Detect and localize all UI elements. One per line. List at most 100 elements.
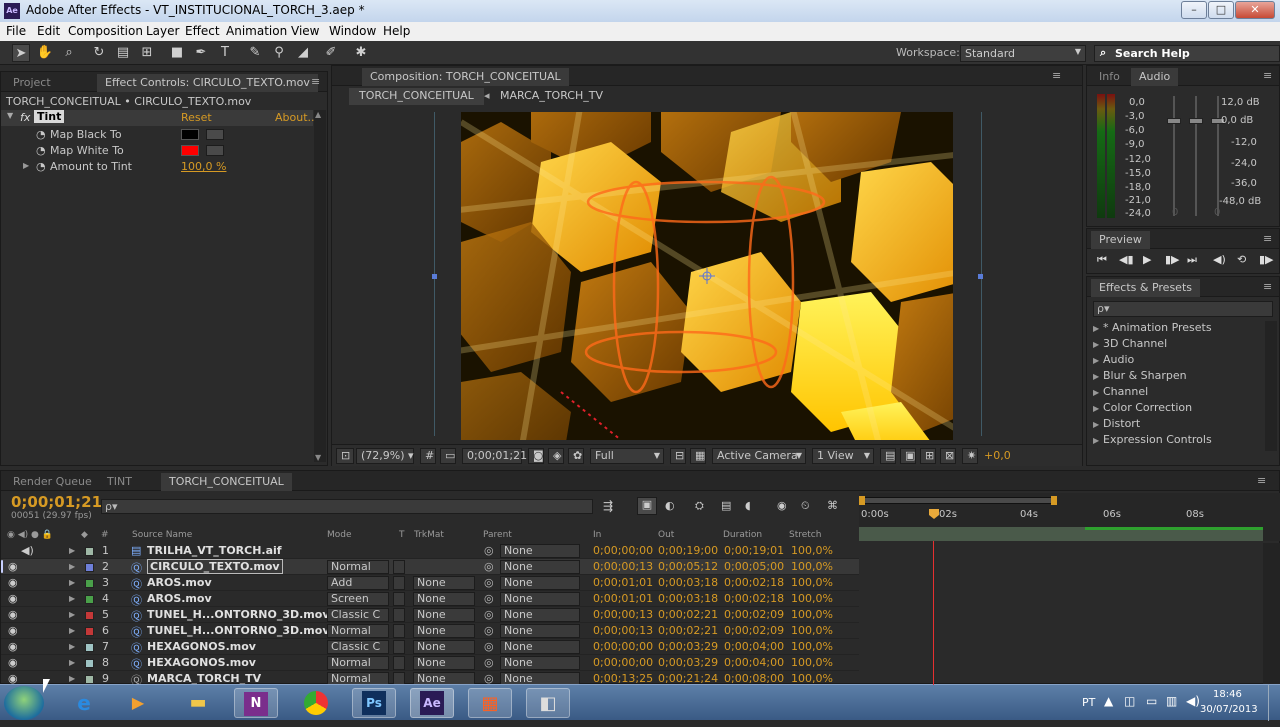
layer-handle[interactable] (432, 274, 437, 279)
expand-triangle-icon[interactable]: ▶ (23, 161, 29, 170)
layer-name[interactable]: CIRCULO_TEXTO.mov (147, 559, 283, 574)
zoom-select[interactable]: (72,9%) ▾ (356, 448, 414, 464)
column-source-name[interactable]: Source Name (132, 530, 192, 540)
roto-brush-icon[interactable]: ✐ (322, 44, 340, 62)
panel-menu-icon[interactable]: ≡ (1257, 474, 1266, 487)
label-color-swatch[interactable] (85, 563, 94, 572)
grid-icon[interactable]: # (420, 448, 436, 464)
reset-link[interactable]: Reset (181, 111, 212, 124)
layer-name[interactable]: TRILHA_VT_TORCH.aif (147, 544, 282, 557)
label-color-swatch[interactable] (85, 627, 94, 636)
tab-render-queue[interactable]: Render Queue (5, 473, 100, 491)
current-time[interactable]: 0;00;01;21 (11, 493, 102, 511)
comp-mini-flowchart-icon[interactable]: ⇶ (603, 499, 613, 513)
stretch[interactable]: 100,0% (791, 544, 833, 557)
duration[interactable]: 0;00;04;00 (724, 656, 784, 669)
list-item[interactable]: ▶ 3D Channel (1093, 337, 1167, 350)
panel-menu-icon[interactable]: ≡ (1052, 69, 1061, 82)
menu-window[interactable]: Window (329, 24, 376, 38)
eye-icon[interactable]: ◉ (8, 656, 18, 669)
search-help-field[interactable]: ⌕ Search Help (1094, 45, 1280, 62)
composition-viewer[interactable] (461, 112, 953, 440)
tab-tint[interactable]: TINT (99, 473, 140, 491)
language-indicator[interactable]: PT (1082, 696, 1095, 709)
tab-composition[interactable]: Composition: TORCH_CONCEITUAL (362, 68, 569, 86)
menu-animation[interactable]: Animation (226, 24, 287, 38)
rectangle-tool-icon[interactable]: ■ (168, 44, 186, 62)
panel-menu-icon[interactable]: ≡ (1263, 69, 1272, 82)
layer-handle[interactable] (978, 274, 983, 279)
loop-icon[interactable]: ⟲ (1237, 253, 1246, 266)
last-frame-icon[interactable]: ⏭ (1187, 253, 1197, 267)
table-row[interactable]: ◉ ▶ 3 Ⓠ AROS.mov Add None ◎ None 0;00;01;01 0;00;0… (1, 575, 859, 591)
list-item[interactable]: ▶ Blur & Sharpen (1093, 369, 1187, 382)
table-row[interactable]: ◉ ▶ 7 Ⓠ HEXAGONOS.mov Classic C None ◎ None 0;00;… (1, 639, 859, 655)
expand-triangle-icon[interactable]: ▶ (69, 594, 75, 603)
clock-date[interactable]: 30/07/2013 (1200, 704, 1258, 715)
out-point[interactable]: 0;00;03;18 (658, 576, 718, 589)
table-row[interactable]: ◉ ▶ 4 Ⓠ AROS.mov Screen None ◎ None 0;00;01;01 0;0… (1, 591, 859, 607)
menu-view[interactable]: View (291, 24, 319, 38)
eye-icon[interactable]: ◉ (8, 560, 18, 573)
preserve-transparency-toggle[interactable] (393, 624, 405, 638)
stretch[interactable]: 100,0% (791, 656, 833, 669)
duration[interactable]: 0;00;02;09 (724, 624, 784, 637)
graph-editor-icon[interactable]: ⌘ (827, 499, 838, 512)
selection-tool-icon[interactable]: ➤ (12, 44, 30, 62)
stopwatch-icon[interactable]: ◔ (36, 144, 46, 157)
snapshot-icon[interactable]: ◙ (528, 448, 544, 464)
exposure-icon[interactable]: ✷ (962, 448, 978, 464)
breadcrumb-active[interactable]: TORCH_CONCEITUAL (349, 88, 484, 105)
close-button[interactable]: ✕ (1235, 1, 1275, 19)
scrollbar[interactable]: ▲ ▼ (314, 110, 326, 462)
scroll-up-icon[interactable]: ▲ (315, 110, 321, 119)
menu-file[interactable]: File (6, 24, 26, 38)
motion-blur-icon[interactable]: ◖ (745, 499, 751, 512)
duration[interactable]: 0;00;05;00 (724, 560, 784, 573)
duration[interactable]: 0;00;02;09 (724, 608, 784, 621)
toggle-pixel-aspect-icon[interactable]: ▤ (880, 448, 896, 464)
duration[interactable]: 0;00;19;01 (724, 544, 784, 557)
workspace-select[interactable]: Standard ▼ (960, 45, 1086, 62)
menu-composition[interactable]: Composition (68, 24, 143, 38)
pickwhip-icon[interactable]: ◎ (484, 640, 494, 653)
eyedropper-icon[interactable] (206, 145, 224, 156)
list-item[interactable]: ▶ Distort (1093, 417, 1140, 430)
menu-layer[interactable]: Layer (146, 24, 179, 38)
parent-select[interactable]: None (500, 592, 580, 606)
brainstorm-icon[interactable]: ◉ (777, 499, 787, 512)
eye-icon[interactable]: ◉ (8, 624, 18, 637)
expand-triangle-icon[interactable]: ▼ (7, 111, 13, 120)
tab-effects-presets[interactable]: Effects & Presets (1091, 279, 1200, 297)
start-orb-icon[interactable] (4, 686, 44, 720)
about-link[interactable]: About... (275, 111, 318, 124)
show-snapshot-icon[interactable]: ◈ (548, 448, 564, 464)
layer-name[interactable]: TUNEL_H...ONTORNO_3D.mov (147, 608, 330, 621)
first-frame-icon[interactable]: ⏮ (1097, 253, 1107, 267)
explorer-folder-icon[interactable]: ▬ (176, 688, 220, 718)
parent-select[interactable]: None (500, 560, 580, 574)
region-of-interest-icon[interactable]: ⊟ (670, 448, 686, 464)
parent-select[interactable]: None (500, 608, 580, 622)
parent-select[interactable]: None (500, 624, 580, 638)
parent-select[interactable]: None (500, 656, 580, 670)
in-point[interactable]: 0;00;00;00 (593, 640, 653, 653)
draft-3d-icon[interactable]: ◐ (665, 499, 675, 512)
table-row[interactable]: ◉ ▶ 6 Ⓠ TUNEL_H...ONTORNO_3D.mov Normal None ◎ N… (1, 623, 859, 639)
volume-icon[interactable]: ◀) (1186, 694, 1200, 708)
show-hidden-icons[interactable]: ▲ (1104, 694, 1113, 708)
current-time-indicator[interactable] (929, 509, 939, 519)
parent-select[interactable]: None (500, 544, 580, 558)
clone-stamp-icon[interactable]: ⚲ (270, 44, 288, 62)
trkmat-select[interactable]: None (413, 656, 475, 670)
magnification-icon[interactable]: ⊡ (336, 448, 354, 464)
timeline-search-input[interactable]: ρ▾ (101, 499, 593, 514)
table-row[interactable]: ◉ ▶ 5 Ⓠ TUNEL_H...ONTORNO_3D.mov Classic C Non… (1, 607, 859, 623)
maximize-button[interactable]: □ (1208, 1, 1234, 19)
photoshop-icon[interactable]: Ps (352, 688, 396, 718)
tab-preview[interactable]: Preview (1091, 231, 1150, 249)
mode-select[interactable]: Classic C (327, 608, 389, 622)
list-item[interactable]: ▶ * Animation Presets (1093, 321, 1212, 334)
menu-effect[interactable]: Effect (185, 24, 220, 38)
pickwhip-icon[interactable]: ◎ (484, 576, 494, 589)
